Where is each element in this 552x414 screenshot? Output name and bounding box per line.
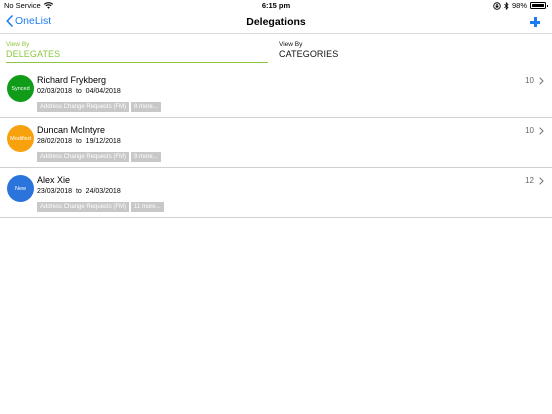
orientation-lock-icon bbox=[493, 1, 501, 10]
battery-level bbox=[532, 4, 544, 7]
category-tag: Address Change Requests (FM) bbox=[37, 202, 130, 212]
chevron-right-icon bbox=[539, 127, 544, 135]
end-date: 04/04/2018 bbox=[85, 88, 121, 95]
category-tag: Address Change Requests (FM) bbox=[37, 152, 130, 162]
category-tags: Address Change Requests (FM) 8 more... bbox=[37, 102, 161, 112]
delegate-name: Alex Xie bbox=[37, 175, 71, 185]
view-by-caption: View By bbox=[279, 41, 303, 48]
back-button-label: OneList bbox=[15, 15, 52, 27]
category-tags: Address Change Requests (FM) 9 more... bbox=[37, 152, 161, 162]
end-date: 24/03/2018 bbox=[85, 188, 121, 195]
view-by-categories-tab[interactable]: View By CATEGORIES bbox=[279, 41, 546, 63]
date-range: 02/03/2018 to 04/04/2018 bbox=[37, 88, 121, 95]
date-range: 28/02/2018 to 19/12/2018 bbox=[37, 138, 121, 145]
view-by-caption: View By bbox=[6, 41, 30, 48]
delegate-name: Duncan McIntyre bbox=[37, 125, 106, 135]
category-tag: Address Change Requests (FM) bbox=[37, 102, 130, 112]
category-tags: Address Change Requests (FM) 11 more... bbox=[37, 202, 164, 212]
category-count: 10 bbox=[525, 126, 534, 135]
date-separator: to bbox=[75, 138, 82, 145]
chevron-right-icon bbox=[539, 177, 544, 185]
end-date: 19/12/2018 bbox=[85, 138, 121, 145]
date-separator: to bbox=[75, 188, 82, 195]
start-date: 23/03/2018 bbox=[37, 188, 73, 195]
start-date: 28/02/2018 bbox=[37, 138, 73, 145]
status-badge: Synced bbox=[7, 75, 34, 102]
battery-percent: 98% bbox=[511, 1, 527, 10]
status-badge: Modified bbox=[7, 125, 34, 152]
more-categories-tag: 8 more... bbox=[131, 102, 161, 112]
category-count: 12 bbox=[525, 176, 534, 185]
status-right: 98% bbox=[493, 1, 548, 10]
status-time: 6:15 pm bbox=[261, 1, 291, 10]
navigation-bar: OneList Delegations bbox=[0, 12, 552, 34]
category-count: 10 bbox=[525, 76, 534, 85]
date-separator: to bbox=[75, 88, 82, 95]
back-button[interactable]: OneList bbox=[6, 15, 51, 27]
status-badge: New bbox=[7, 175, 34, 202]
battery-icon bbox=[530, 2, 548, 9]
add-delegation-button[interactable] bbox=[528, 15, 542, 29]
page-title: Delegations bbox=[246, 16, 306, 28]
delegation-row[interactable]: Synced Richard Frykberg 02/03/2018 to 04… bbox=[0, 68, 552, 118]
delegation-row[interactable]: Modified Duncan McIntyre 28/02/2018 to 1… bbox=[0, 118, 552, 168]
delegate-name: Richard Frykberg bbox=[37, 75, 107, 85]
more-categories-tag: 11 more... bbox=[131, 202, 164, 212]
more-categories-tag: 9 more... bbox=[131, 152, 161, 162]
delegation-row[interactable]: New Alex Xie 23/03/2018 to 24/03/2018 Ad… bbox=[0, 168, 552, 218]
delegations-list: Synced Richard Frykberg 02/03/2018 to 04… bbox=[0, 68, 552, 218]
start-date: 02/03/2018 bbox=[37, 88, 73, 95]
bluetooth-icon bbox=[504, 1, 509, 10]
date-range: 23/03/2018 to 24/03/2018 bbox=[37, 188, 121, 195]
view-by-delegates-label: DELEGATES bbox=[6, 49, 61, 59]
chevron-left-icon bbox=[6, 15, 13, 27]
view-by-delegates-tab[interactable]: View By DELEGATES bbox=[6, 41, 268, 63]
status-bar: No Service 6:15 pm 98% bbox=[0, 0, 552, 12]
view-by-categories-label: CATEGORIES bbox=[279, 49, 339, 59]
chevron-right-icon bbox=[539, 77, 544, 85]
